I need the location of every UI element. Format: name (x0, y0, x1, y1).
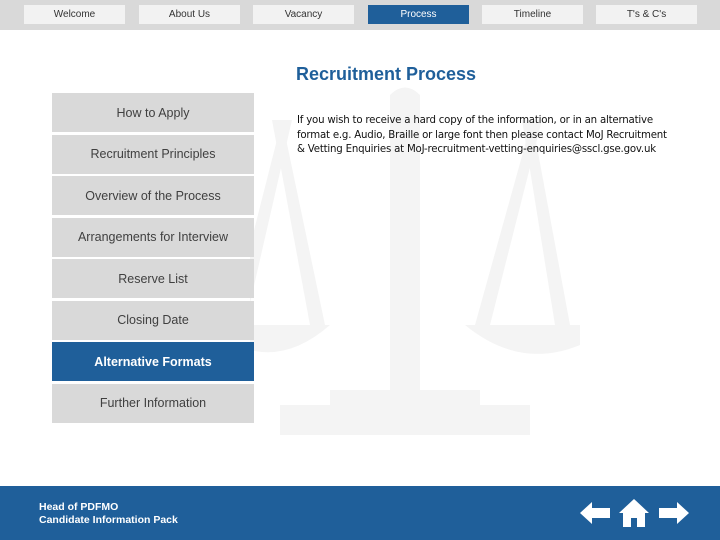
alternative-formats-text: If you wish to receive a hard copy of th… (297, 115, 667, 155)
home-icon[interactable] (617, 496, 651, 530)
footer-line-2: Candidate Information Pack (39, 514, 178, 526)
menu-item-alternative-formats[interactable]: Alternative Formats (52, 342, 254, 381)
tab-vacancy[interactable]: Vacancy (253, 5, 354, 24)
top-navigation: Welcome About Us Vacancy Process Timelin… (0, 0, 720, 30)
tab-terms-and-conditions[interactable]: T's & C's (596, 5, 697, 24)
arrow-right-icon[interactable] (657, 496, 691, 530)
footer: Head of PDFMO Candidate Information Pack (0, 486, 720, 540)
side-menu: How to Apply Recruitment Principles Over… (52, 93, 254, 425)
menu-item-closing-date[interactable]: Closing Date (52, 300, 254, 340)
tab-process[interactable]: Process (368, 5, 469, 24)
menu-item-arrangements-for-interview[interactable]: Arrangements for Interview (52, 217, 254, 257)
footer-line-1: Head of PDFMO (39, 501, 119, 513)
menu-item-reserve-list[interactable]: Reserve List (52, 259, 254, 298)
menu-item-recruitment-principles[interactable]: Recruitment Principles (52, 134, 254, 174)
arrow-left-icon[interactable] (578, 496, 612, 530)
page-title: Recruitment Process (296, 64, 477, 84)
menu-item-overview-of-the-process[interactable]: Overview of the Process (52, 176, 254, 215)
menu-item-further-information[interactable]: Further Information (52, 383, 254, 423)
tab-timeline[interactable]: Timeline (482, 5, 583, 24)
footer-title: Head of PDFMO Candidate Information Pack (39, 501, 178, 527)
menu-item-how-to-apply[interactable]: How to Apply (52, 93, 254, 132)
tab-welcome[interactable]: Welcome (24, 5, 125, 24)
tab-about-us[interactable]: About Us (139, 5, 240, 24)
